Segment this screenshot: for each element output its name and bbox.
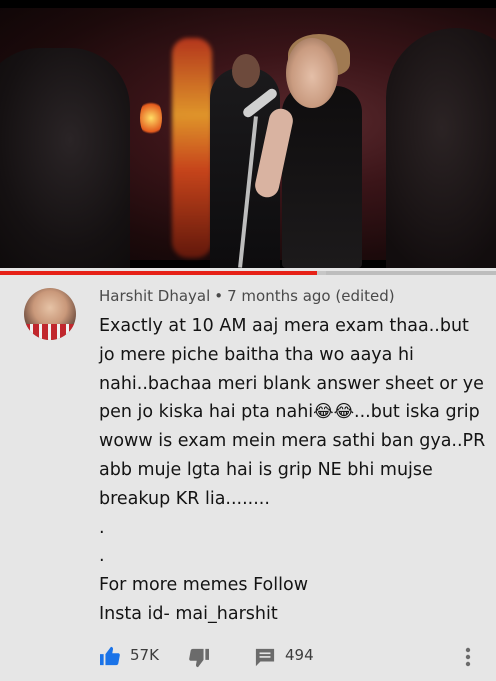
background-man-head [232,54,260,88]
more-vert-icon[interactable] [462,646,474,668]
avatar-shirt [24,324,76,340]
comment-meta: Harshit Dhayal • 7 months ago (edited) [99,287,395,305]
comment-line: Insta id- mai_harshit [99,603,278,624]
video-player[interactable] [0,0,496,268]
comment-line: woww is exam mein mera sathi ban gya..PR [99,431,486,452]
thumbs-up-icon[interactable] [99,646,121,666]
comment-author[interactable]: Harshit Dhayal [99,287,210,305]
comment-line: nahi..bachaa meri blank answer sheet or … [99,373,484,394]
singer-body [282,86,362,268]
video-frame [0,8,496,268]
comment-line: pen jo kiska hai pta nahi😂😂...but iska g… [99,402,480,423]
video-buffer-bar [317,271,326,275]
comment-line: breakup KR lia........ [99,488,270,509]
comment-line: . [99,517,105,538]
comment-line: jo mere piche baitha tha wo aaya hi [99,344,414,365]
comment-time: 7 months ago (edited) [227,287,395,305]
video-progress-bar[interactable] [0,271,317,275]
comment-line: abb muje lgta hai is grip NE bhi mujse [99,459,433,480]
audience-silhouette-right [386,28,496,268]
comment-icon[interactable] [254,647,276,667]
thumbs-down-icon[interactable] [188,648,210,668]
avatar[interactable] [24,288,76,340]
meta-separator: • [214,287,224,305]
reply-count: 494 [285,646,314,664]
comment-line: For more memes Follow [99,575,309,596]
comment-actions: 57K 494 [0,642,496,672]
comment-line: . [99,546,105,567]
comment-item: Harshit Dhayal • 7 months ago (edited) Exa… [0,276,496,681]
comment-line: Exactly at 10 AM aaj mera exam thaa..but [99,316,469,336]
stage-light [140,98,162,138]
stage-lamp [172,38,212,258]
video-top-bar [0,0,496,8]
singer-head [286,38,338,108]
comment-text: Exactly at 10 AM aaj mera exam thaa..but… [99,312,486,629]
like-count: 57K [130,646,159,664]
audience-silhouette-left [0,48,130,268]
